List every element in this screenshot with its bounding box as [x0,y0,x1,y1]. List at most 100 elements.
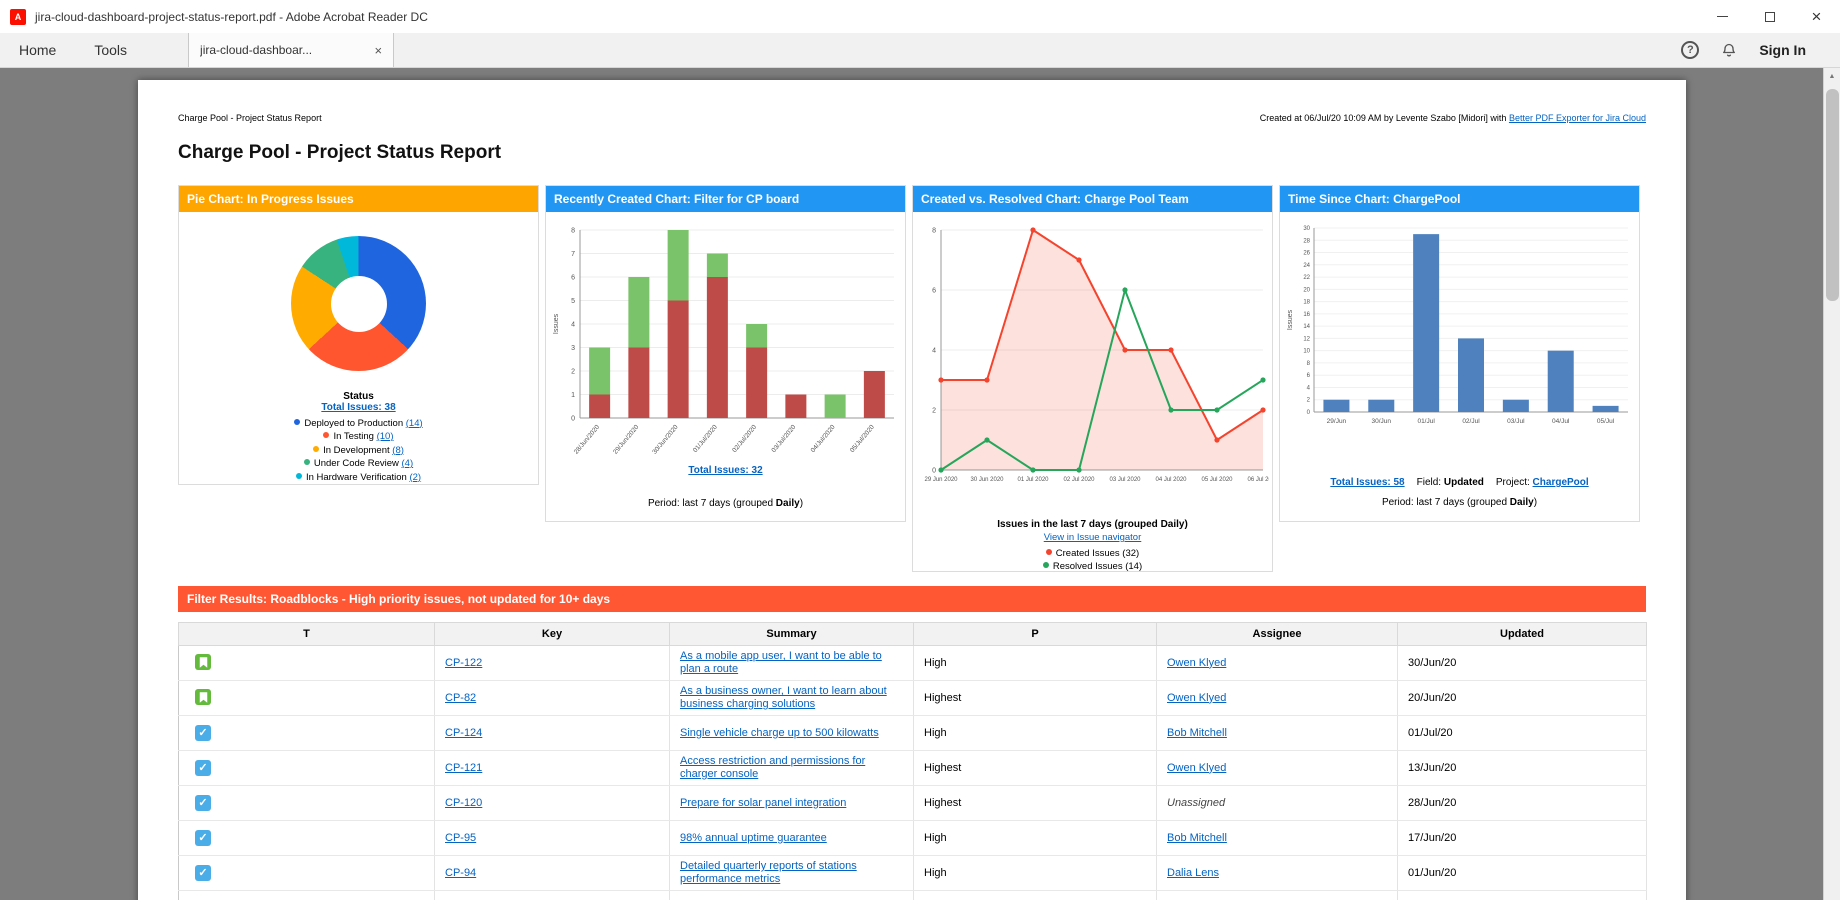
tab-home[interactable]: Home [0,33,75,67]
project-link[interactable]: ChargePool [1533,477,1589,488]
issue-summary-link[interactable]: Access restriction and permissions for c… [680,755,865,780]
vertical-scrollbar[interactable]: ▲ [1823,68,1840,900]
issue-key-link[interactable]: CP-94 [445,867,476,879]
issue-row: CP-122 As a mobile app user, I want to be… [179,646,1647,681]
field-updated-text: Field: Updated [1417,477,1484,488]
legend-item: Deployed to Production (14) [294,418,422,429]
issue-key-link[interactable]: CP-120 [445,797,482,809]
svg-text:Issues: Issues [1287,309,1294,330]
exporter-link[interactable]: Better PDF Exporter for Jira Cloud [1509,113,1646,123]
issue-row: ✓ CP-120 Prepare for solar panel integrati… [179,786,1647,821]
svg-text:12: 12 [1303,336,1310,342]
created-vs-resolved-line-chart: 0246829 Jun 202030 Jun 202001 Jul 202002… [917,220,1269,491]
scrollbar-thumb[interactable] [1826,89,1839,301]
summary-cell: Single vehicle charge up to 500 kilowatt… [670,716,914,751]
task-icon: ✓ [195,725,211,741]
pdf-page-header: Charge Pool - Project Status Report Crea… [178,80,1646,124]
panel-created-vs-resolved-chart: Created vs. Resolved Chart: Charge Pool … [912,185,1273,572]
svg-text:1: 1 [571,392,575,399]
maximize-button[interactable] [1746,0,1793,33]
type-cell: ✓ [179,891,435,900]
charts-row: Pie Chart: In Progress Issues Status Tot… [178,185,1646,572]
sign-in-button[interactable]: Sign In [1759,42,1806,58]
issue-summary-link[interactable]: Prepare for solar panel integration [680,797,846,809]
recently-created-period: Period: last 7 days (grouped Daily) [648,498,803,509]
issue-key-link[interactable]: CP-122 [445,657,482,669]
report-title: Charge Pool - Project Status Report [178,142,1646,164]
assignee-link[interactable]: Owen Klyed [1167,762,1226,774]
legend-count-link[interactable]: (2) [409,472,421,483]
table-header-row: T Key Summary P Assignee Updated [179,623,1647,646]
summary-cell: As a business owner, I want to learn abo… [670,681,914,716]
svg-text:26: 26 [1303,251,1310,257]
issue-summary-link[interactable]: Single vehicle charge up to 500 kilowatt… [680,727,879,739]
issue-summary-link[interactable]: As a business owner, I want to learn abo… [680,685,887,710]
view-in-issue-navigator-link[interactable]: View in Issue navigator [1044,532,1142,543]
issue-key-link[interactable]: CP-95 [445,832,476,844]
svg-text:18: 18 [1303,300,1310,306]
recently-created-header: Recently Created Chart: Filter for CP bo… [546,186,905,212]
assignee-link[interactable]: Bob Mitchell [1167,727,1227,739]
assignee-link[interactable]: Dalia Lens [1167,867,1219,879]
issue-row: ✓ CP-121 Access restriction and permission… [179,751,1647,786]
svg-text:05/Jul: 05/Jul [1596,418,1614,425]
issue-key-link[interactable]: CP-124 [445,727,482,739]
bell-icon[interactable] [1721,42,1737,59]
help-icon[interactable]: ? [1681,41,1699,59]
legend-item: Under Code Review (4) [294,458,422,469]
legend-count-link[interactable]: (14) [406,418,423,429]
legend-count-link[interactable]: (4) [402,458,414,469]
svg-text:10: 10 [1303,349,1310,355]
issue-summary-link[interactable]: 98% annual uptime guarantee [680,832,827,844]
tab-close-icon[interactable]: × [374,43,382,58]
scroll-up-arrow[interactable]: ▲ [1824,68,1840,85]
recently-created-total-link[interactable]: Total Issues: 32 [688,465,762,476]
pie-legend: Deployed to Production (14) In Testing (1… [294,415,422,483]
issue-summary-link[interactable]: As a mobile app user, I want to be able … [680,650,882,675]
svg-text:02/Jul: 02/Jul [1462,418,1480,425]
key-cell: CP-82 [435,681,670,716]
legend-count-link[interactable]: (10) [377,431,394,442]
assignee-link[interactable]: Bob Mitchell [1167,832,1227,844]
svg-text:Issues: Issues [553,313,560,334]
tab-tools[interactable]: Tools [75,33,146,67]
svg-text:20: 20 [1303,287,1310,293]
created-text: Created at 06/Jul/20 10:09 AM by Levente… [1260,113,1509,123]
window-title: jira-cloud-dashboard-project-status-repo… [35,10,428,24]
priority-cell: High [914,891,1157,900]
assignee-cell: Bob Mitchell [1157,716,1398,751]
document-tab[interactable]: jira-cloud-dashboar... × [188,33,394,67]
panel-pie-chart: Pie Chart: In Progress Issues Status Tot… [178,185,539,485]
svg-text:02/Jul/2020: 02/Jul/2020 [731,424,758,455]
legend-bullet [1043,562,1049,568]
svg-text:3: 3 [571,345,575,352]
time-since-header: Time Since Chart: ChargePool [1280,186,1639,212]
updated-cell: 17/Jun/20 [1398,821,1647,856]
type-cell [179,681,435,716]
priority-cell: High [914,856,1157,891]
key-cell: CP-120 [435,786,670,821]
time-since-total-link[interactable]: Total Issues: 58 [1330,477,1404,488]
svg-text:4: 4 [1306,385,1310,391]
issue-key-link[interactable]: CP-82 [445,692,476,704]
task-icon: ✓ [195,865,211,881]
issue-row: ✓ CP-124 Single vehicle charge up to 500 k… [179,716,1647,751]
minimize-button[interactable] [1699,0,1746,33]
close-button[interactable]: × [1793,0,1840,33]
svg-text:29/Jun: 29/Jun [1326,418,1346,425]
assignee-link[interactable]: Owen Klyed [1167,657,1226,669]
pie-total-issues-link[interactable]: Total Issues: 38 [321,402,395,413]
task-icon: ✓ [195,760,211,776]
legend-count-link[interactable]: (8) [392,445,404,456]
issue-key-link[interactable]: CP-121 [445,762,482,774]
pdf-header-left: Charge Pool - Project Status Report [178,113,322,124]
priority-cell: Highest [914,786,1157,821]
issue-row: ✓ CP-94 Detailed quarterly reports of stat… [179,856,1647,891]
svg-text:28/Jun/2020: 28/Jun/2020 [572,424,601,456]
legend-item: In Testing (10) [294,431,422,442]
type-cell: ✓ [179,786,435,821]
updated-cell: 20/Jun/20 [1398,681,1647,716]
assignee-link[interactable]: Owen Klyed [1167,692,1226,704]
priority-cell: Highest [914,751,1157,786]
issue-summary-link[interactable]: Detailed quarterly reports of stations p… [680,860,857,885]
